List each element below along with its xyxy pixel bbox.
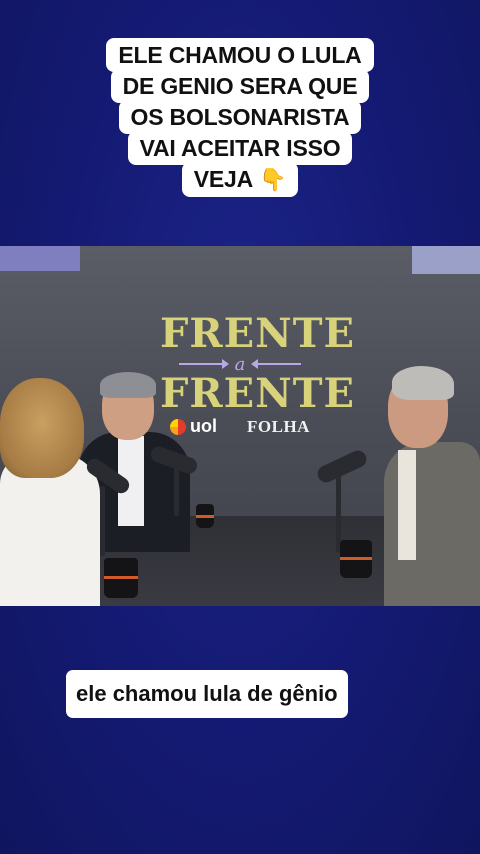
coffee-mug xyxy=(196,504,214,528)
top-caption-line-3: OS BOLSONARISTA xyxy=(118,100,362,134)
mug-band xyxy=(104,576,138,579)
top-caption: ELE CHAMOU O LULA DE GENIO SERA QUE OS B… xyxy=(0,38,480,197)
microphone-stand xyxy=(174,466,179,516)
uol-logo-icon xyxy=(170,418,187,435)
arrow-left-icon xyxy=(251,359,302,369)
man-right-hair xyxy=(392,366,454,400)
top-caption-line-5-text: VEJA xyxy=(193,166,254,192)
pointing-down-hand-icon: 👇 xyxy=(259,167,287,192)
video-frame[interactable]: FRENTE a FRENTE uol FOLHA xyxy=(0,246,480,606)
top-caption-line-4: VAI ACEITAR ISSO xyxy=(127,131,353,165)
top-caption-line-5: VEJA 👇 xyxy=(181,162,299,197)
man-center-hair xyxy=(100,372,156,398)
studio-light-panel-right xyxy=(412,246,480,274)
uol-brand-text: uol xyxy=(190,416,218,436)
coffee-mug xyxy=(104,558,138,598)
logo-word-bottom: FRENTE xyxy=(160,370,355,417)
folha-brand: FOLHA xyxy=(247,416,310,436)
arrow-right-icon xyxy=(178,359,229,369)
show-logo: FRENTE a FRENTE uol FOLHA xyxy=(160,310,355,437)
man-right-shirt xyxy=(398,450,416,560)
coffee-mug xyxy=(340,540,372,578)
woman-hair xyxy=(0,378,84,478)
mug-band xyxy=(196,514,214,518)
logo-brands: uol FOLHA xyxy=(160,416,320,437)
bottom-caption: ele chamou lula de gênio xyxy=(66,670,348,718)
uol-brand: uol xyxy=(170,416,217,437)
microphone-icon xyxy=(314,447,370,486)
top-caption-line-2: DE GENIO SERA QUE xyxy=(110,69,370,103)
top-caption-line-1: ELE CHAMOU O LULA xyxy=(106,38,374,72)
mug-band xyxy=(340,557,372,561)
microphone-stand xyxy=(100,486,105,556)
studio-light-panel-left xyxy=(0,246,80,271)
logo-word-top: FRENTE xyxy=(160,310,355,357)
